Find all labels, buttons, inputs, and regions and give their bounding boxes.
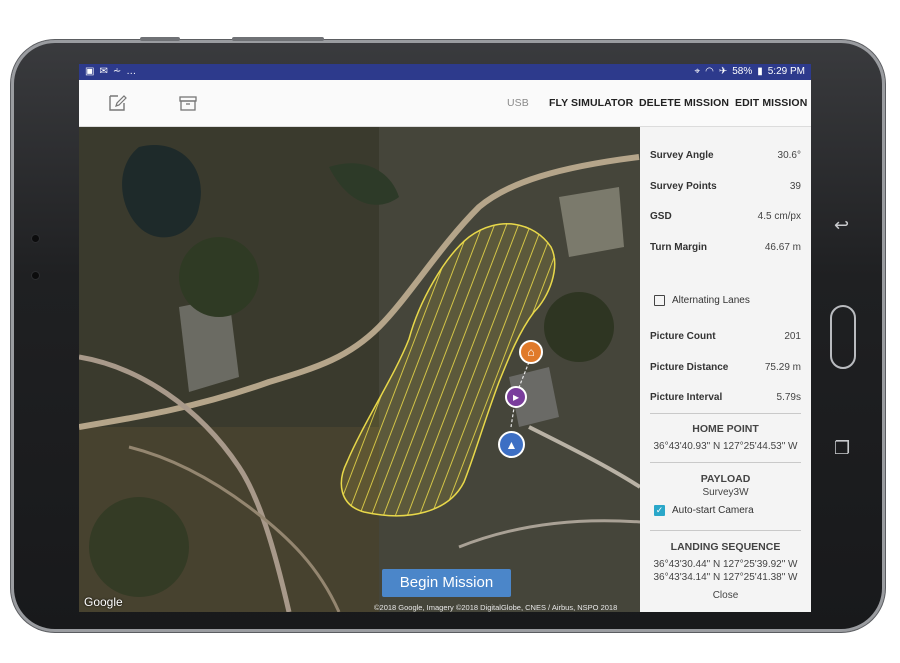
archive-icon[interactable] <box>178 93 198 113</box>
status-bar: ▣ ✉ ⩪ … ⌖ ◠ ✈ 58% ▮ 5:29 PM <box>79 64 811 80</box>
close-button[interactable]: Close <box>640 590 811 601</box>
auto-start-camera-label: Auto-start Camera <box>672 505 754 516</box>
survey-angle-row: Survey Angle 30.6° <box>650 150 801 161</box>
mission-details-panel: Survey Angle 30.6° Survey Points 39 GSD … <box>640 127 811 612</box>
alternating-lanes-checkbox[interactable]: Alternating Lanes <box>654 295 750 306</box>
survey-points-label: Survey Points <box>650 181 717 192</box>
airplane-icon: ✈ <box>718 66 728 77</box>
back-key-icon[interactable]: ↩ <box>834 215 849 236</box>
landing-coord-1: 36°43'30.44" N 127°25'39.92" W <box>653 559 798 570</box>
overflow-icon: … <box>126 66 137 77</box>
home-point-coords: 36°43'40.93" N 127°25'44.53" W <box>653 441 798 452</box>
picture-interval-row: Picture Interval 5.79s <box>650 392 801 403</box>
mission-toolbar: USB FLY SIMULATOR DELETE MISSION EDIT MI… <box>79 80 811 127</box>
picture-distance-value: 75.29 m <box>764 362 801 373</box>
map-imagery <box>79 127 640 612</box>
power-button <box>232 37 324 41</box>
turn-margin-row: Turn Margin 46.67 m <box>650 242 801 253</box>
edit-icon[interactable] <box>107 93 127 113</box>
picture-count-row: Picture Count 201 <box>650 331 801 342</box>
gsd-value: 4.5 cm/px <box>757 211 801 222</box>
wifi-icon: ◠ <box>705 66 714 77</box>
survey-angle-value: 30.6° <box>777 150 801 161</box>
picture-interval-label: Picture Interval <box>650 392 723 403</box>
checkbox-unchecked-icon[interactable] <box>654 295 665 306</box>
front-camera <box>32 235 39 242</box>
picture-count-label: Picture Count <box>650 331 716 342</box>
volume-button <box>140 37 180 41</box>
delete-mission-button[interactable]: DELETE MISSION <box>639 97 729 109</box>
auto-start-camera-checkbox[interactable]: ✓ Auto-start Camera <box>654 505 754 516</box>
google-logo: Google <box>84 595 123 609</box>
payload-name: Survey3W <box>702 487 749 498</box>
fly-simulator-button[interactable]: FLY SIMULATOR <box>549 97 633 109</box>
gsd-row: GSD 4.5 cm/px <box>650 211 801 222</box>
battery-level: 58% <box>732 66 753 77</box>
picture-distance-row: Picture Distance 75.29 m <box>650 362 801 373</box>
survey-points-value: 39 <box>789 181 801 192</box>
map-attribution: ©2018 Google, Imagery ©2018 DigitalGlobe… <box>374 603 618 612</box>
gsd-label: GSD <box>650 211 672 222</box>
clock: 5:29 PM <box>767 66 805 77</box>
landing-coord-2: 36°43'34.14" N 127°25'41.38" W <box>653 572 798 583</box>
drone-location-icon[interactable]: ▲ <box>498 431 525 458</box>
satellite-map[interactable]: ⌂ ▸ ▲ Begin Mission Google ©2018 Google,… <box>79 127 640 612</box>
checkbox-checked-icon[interactable]: ✓ <box>654 505 665 516</box>
begin-mission-button[interactable]: Begin Mission <box>382 569 511 597</box>
home-point-title: HOME POINT <box>692 423 759 435</box>
usb-button[interactable]: USB <box>507 97 529 109</box>
picture-interval-value: 5.79s <box>776 392 801 403</box>
picture-distance-label: Picture Distance <box>650 362 729 373</box>
image-icon: ▣ <box>85 66 95 77</box>
turn-margin-value: 46.67 m <box>764 242 801 253</box>
mail-icon: ✉ <box>99 66 108 77</box>
divider <box>650 413 801 414</box>
turn-margin-label: Turn Margin <box>650 242 708 253</box>
edit-mission-button[interactable]: EDIT MISSION <box>735 97 807 109</box>
light-sensor <box>32 272 39 279</box>
location-icon: ⌖ <box>694 66 701 77</box>
wifi-signal-icon: ⩪ <box>112 66 122 77</box>
app-screen: ▣ ✉ ⩪ … ⌖ ◠ ✈ 58% ▮ 5:29 PM USB FLY SIMU… <box>79 64 811 612</box>
divider <box>650 530 801 531</box>
landing-sequence-title: LANDING SEQUENCE <box>670 541 781 553</box>
waypoint-icon[interactable]: ▸ <box>505 386 527 408</box>
divider <box>650 462 801 463</box>
payload-title: PAYLOAD <box>700 473 751 485</box>
recent-apps-key-icon[interactable]: ❐ <box>834 438 850 459</box>
picture-count-value: 201 <box>784 331 801 342</box>
home-icon[interactable]: ⌂ <box>519 340 543 364</box>
survey-angle-label: Survey Angle <box>650 150 714 161</box>
battery-icon: ▮ <box>757 66 763 77</box>
alternating-lanes-label: Alternating Lanes <box>672 295 750 306</box>
survey-points-row: Survey Points 39 <box>650 181 801 192</box>
home-hardware-button[interactable] <box>830 305 856 369</box>
